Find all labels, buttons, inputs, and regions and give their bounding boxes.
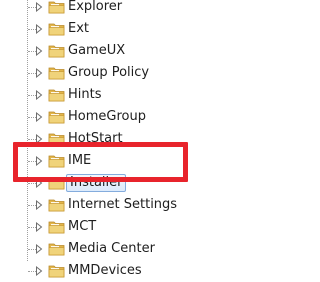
folder-icon xyxy=(48,111,65,124)
tree-item-hints[interactable]: Hints xyxy=(0,84,201,106)
expand-arrow-icon[interactable] xyxy=(34,200,44,210)
annotation-highlight-box xyxy=(13,142,188,182)
tree-item-label: Internet Settings xyxy=(68,197,178,212)
tree-item-media-center[interactable]: Media Center xyxy=(0,238,201,260)
tree-item-homegroup[interactable]: HomeGroup xyxy=(0,106,201,128)
expand-arrow-icon[interactable] xyxy=(34,2,44,12)
expand-arrow-icon[interactable] xyxy=(34,112,44,122)
tree-item-mmdevices[interactable]: MMDevices xyxy=(0,260,201,282)
expand-arrow-icon[interactable] xyxy=(34,24,44,34)
folder-icon xyxy=(48,265,65,278)
folder-icon xyxy=(48,199,65,212)
tree-item-label: MMDevices xyxy=(68,263,142,278)
tree-item-group-policy[interactable]: Group Policy xyxy=(0,62,201,84)
tree-item-label: Explorer xyxy=(68,0,123,14)
expand-arrow-icon[interactable] xyxy=(34,68,44,78)
expand-arrow-icon[interactable] xyxy=(34,266,44,276)
tree-item-label: HomeGroup xyxy=(68,109,146,124)
tree-item-label: MCT xyxy=(68,219,97,234)
folder-icon xyxy=(48,67,65,80)
expand-arrow-icon[interactable] xyxy=(34,222,44,232)
folder-icon xyxy=(48,89,65,102)
folder-icon xyxy=(48,221,65,234)
expand-arrow-icon[interactable] xyxy=(34,244,44,254)
tree-item-label: Ext xyxy=(68,21,90,36)
expand-arrow-icon[interactable] xyxy=(34,46,44,56)
tree-item-explorer[interactable]: Explorer xyxy=(0,0,201,18)
folder-icon xyxy=(48,45,65,58)
tree-item-label: Group Policy xyxy=(68,65,150,80)
tree-item-gameux[interactable]: GameUX xyxy=(0,40,201,62)
folder-icon xyxy=(48,243,65,256)
tree-item-ext[interactable]: Ext xyxy=(0,18,201,40)
tree-item-label: Hints xyxy=(68,87,102,102)
expand-arrow-icon[interactable] xyxy=(34,90,44,100)
tree-item-mct[interactable]: MCT xyxy=(0,216,201,238)
tree-item-label: Media Center xyxy=(68,241,155,256)
folder-icon xyxy=(48,23,65,36)
registry-tree: Explorer Ext GameUX Group Policy Hints HomeGr… xyxy=(0,0,201,278)
folder-icon xyxy=(48,1,65,14)
tree-item-internet-settings[interactable]: Internet Settings xyxy=(0,194,201,216)
tree-item-label: GameUX xyxy=(68,43,126,58)
